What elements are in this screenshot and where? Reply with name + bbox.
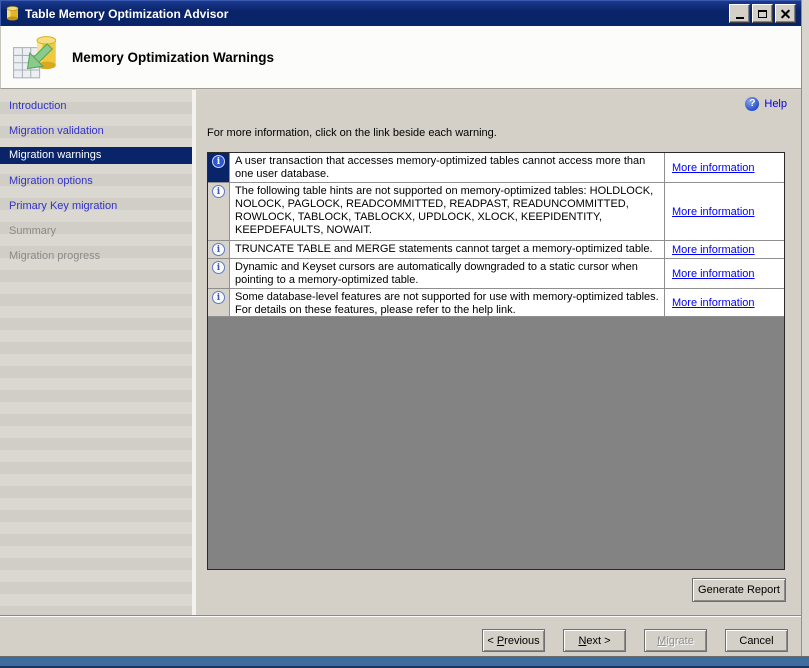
- next-button[interactable]: Next >: [563, 629, 626, 652]
- warning-row[interactable]: i Dynamic and Keyset cursors are automat…: [208, 259, 784, 289]
- info-icon: i: [212, 185, 225, 198]
- titlebar[interactable]: Table Memory Optimization Advisor: [0, 0, 801, 26]
- sidebar-item-migration-validation[interactable]: Migration validation: [0, 123, 192, 140]
- help-icon: ?: [745, 97, 760, 111]
- help-label: Help: [764, 98, 787, 110]
- info-icon: i: [212, 243, 225, 256]
- sidebar-item-migration-progress: Migration progress: [9, 250, 101, 262]
- migrate-button: Migrate: [644, 629, 707, 652]
- warning-link-cell: More information: [664, 183, 784, 240]
- info-icon: i: [212, 261, 225, 274]
- warning-row[interactable]: i A user transaction that accesses memor…: [208, 153, 784, 183]
- generate-report-button[interactable]: Generate Report: [692, 578, 786, 602]
- warning-text: The following table hints are not suppor…: [235, 185, 654, 236]
- row-header-cell[interactable]: i: [208, 153, 230, 182]
- database-icon: [6, 6, 19, 21]
- sidebar-item-summary: Summary: [9, 225, 57, 237]
- minimize-icon[interactable]: [729, 4, 750, 23]
- row-header-cell[interactable]: i: [208, 241, 230, 258]
- content-pane: ? Help For more information, click on th…: [196, 90, 801, 615]
- sidebar-item-primary-key-migration[interactable]: Primary Key migration: [0, 198, 192, 215]
- table-memory-optimization-icon: [13, 36, 57, 79]
- warnings-grid: i A user transaction that accesses memor…: [207, 152, 785, 570]
- more-information-link[interactable]: More information: [672, 297, 755, 309]
- window-title: Table Memory Optimization Advisor: [25, 6, 229, 21]
- instruction-text: For more information, click on the link …: [207, 127, 497, 139]
- page-title: Memory Optimization Warnings: [72, 50, 275, 65]
- info-icon: i: [212, 291, 225, 304]
- window-controls: [729, 4, 796, 23]
- cancel-button[interactable]: Cancel: [725, 629, 788, 652]
- warning-row[interactable]: i TRUNCATE TABLE and MERGE statements ca…: [208, 241, 784, 259]
- info-icon: i: [212, 155, 225, 168]
- more-information-link[interactable]: More information: [672, 244, 755, 256]
- warning-link-cell: More information: [664, 259, 784, 288]
- warning-link-cell: More information: [664, 241, 784, 258]
- warning-row[interactable]: i Some database-level features are not s…: [208, 289, 784, 317]
- page-header: Memory Optimization Warnings: [0, 26, 801, 89]
- sidebar-item-introduction[interactable]: Introduction: [0, 98, 192, 115]
- warning-text: Some database-level features are not sup…: [235, 291, 659, 316]
- warning-link-cell: More information: [664, 153, 784, 182]
- footer-button-bar: < Previous Next > Migrate Cancel: [0, 617, 801, 656]
- sidebar-item-migration-warnings[interactable]: Migration warnings: [0, 147, 192, 164]
- window-bottom-border: [0, 656, 809, 668]
- previous-button[interactable]: < Previous: [482, 629, 545, 652]
- maximize-icon[interactable]: [752, 4, 773, 23]
- more-information-link[interactable]: More information: [672, 268, 755, 280]
- warning-text: Dynamic and Keyset cursors are automatic…: [235, 261, 638, 286]
- help-link[interactable]: ? Help: [745, 97, 787, 111]
- wizard-window: Table Memory Optimization Advisor Memory…: [0, 0, 809, 668]
- more-information-link[interactable]: More information: [672, 206, 755, 218]
- warning-text: A user transaction that accesses memory-…: [235, 155, 646, 180]
- window-right-edge: [801, 0, 809, 656]
- close-icon[interactable]: [775, 4, 796, 23]
- warning-row[interactable]: i The following table hints are not supp…: [208, 183, 784, 241]
- row-header-cell[interactable]: i: [208, 183, 230, 240]
- warning-link-cell: More information: [664, 289, 784, 316]
- sidebar-item-migration-options[interactable]: Migration options: [0, 173, 192, 190]
- warning-text: TRUNCATE TABLE and MERGE statements cann…: [235, 243, 653, 255]
- row-header-cell[interactable]: i: [208, 289, 230, 316]
- row-header-cell[interactable]: i: [208, 259, 230, 288]
- wizard-steps-sidebar: Introduction Migration validation Migrat…: [0, 90, 192, 615]
- more-information-link[interactable]: More information: [672, 162, 755, 174]
- wizard-body: Introduction Migration validation Migrat…: [0, 90, 801, 615]
